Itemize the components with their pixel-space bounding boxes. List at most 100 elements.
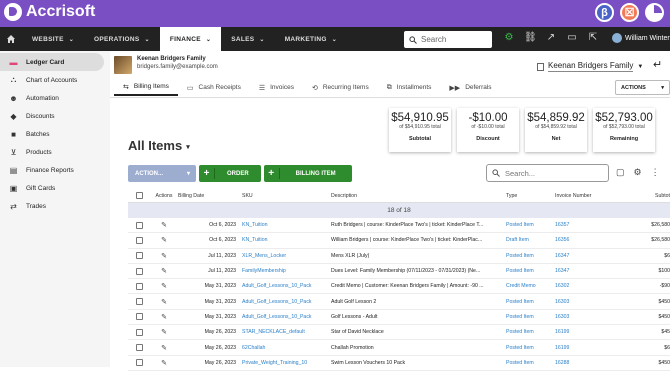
columns-icon[interactable]: ▢: [616, 167, 625, 178]
header-subtotal[interactable]: Subtot: [617, 193, 670, 199]
cell-invoice-number[interactable]: 16199: [555, 329, 617, 335]
sidebar-item-ledger-card[interactable]: ▬ Ledger Card: [0, 53, 104, 71]
cell-type[interactable]: Posted Item: [506, 253, 555, 259]
cell-type[interactable]: Credit Memo: [506, 283, 555, 289]
cell-sku[interactable]: FamilyMembership: [242, 268, 331, 274]
cell-invoice-number[interactable]: 16347: [555, 253, 617, 259]
user-menu[interactable]: William Winter: [612, 33, 670, 43]
alert-avatar[interactable]: ☒: [620, 3, 639, 22]
table-row[interactable]: ✎ May 26, 2023 STAR_NECKLACE_default Star o…: [128, 325, 670, 341]
edit-icon[interactable]: ✎: [161, 268, 167, 275]
header-type[interactable]: Type: [506, 193, 555, 199]
external-link-icon[interactable]: ⇱: [587, 31, 599, 45]
row-checkbox[interactable]: [135, 298, 143, 306]
edit-icon[interactable]: ✎: [161, 283, 167, 290]
nav-website[interactable]: WEBSITE ⌄: [22, 27, 84, 51]
row-checkbox[interactable]: [135, 359, 143, 367]
cell-type[interactable]: Posted Item: [506, 345, 555, 351]
add-order-button[interactable]: + ORDER: [199, 165, 261, 182]
table-row[interactable]: ✎ Oct 6, 2023 KN_Tuition William Bridgers |…: [128, 233, 670, 249]
table-row[interactable]: ✎ May 31, 2023 Adult_Golf_Lessons_10_Pack A…: [128, 294, 670, 310]
row-checkbox[interactable]: [135, 221, 143, 229]
cell-type[interactable]: Posted Item: [506, 299, 555, 305]
tab-invoices[interactable]: ☰ Invoices: [250, 79, 303, 96]
row-checkbox[interactable]: [135, 252, 143, 260]
sidebar-item-batches[interactable]: ■ Batches: [0, 125, 110, 143]
sidebar-item-discounts[interactable]: ◆ Discounts: [0, 107, 110, 125]
pie-icon[interactable]: [645, 3, 664, 22]
nav-sales[interactable]: SALES ⌄: [221, 27, 275, 51]
add-billing-item-button[interactable]: + BILLING ITEM: [263, 165, 352, 182]
row-checkbox[interactable]: [135, 313, 143, 321]
edit-icon[interactable]: ✎: [161, 345, 167, 352]
header-description[interactable]: Description: [331, 193, 506, 199]
nav-marketing[interactable]: MARKETING ⌄: [275, 27, 347, 51]
sidebar-item-chart-of-accounts[interactable]: ⛬ Chart of Accounts: [0, 71, 110, 89]
row-checkbox[interactable]: [135, 282, 143, 290]
cell-invoice-number[interactable]: 16356: [555, 237, 617, 243]
row-checkbox[interactable]: [135, 236, 143, 244]
cell-type[interactable]: Posted Item: [506, 314, 555, 320]
cell-sku[interactable]: KN_Tuition: [242, 237, 331, 243]
cell-sku[interactable]: 62Challah: [242, 345, 331, 351]
cell-type[interactable]: Posted Item: [506, 329, 555, 335]
sidebar-item-automation[interactable]: ☻ Automation: [0, 89, 110, 107]
cell-invoice-number[interactable]: 16302: [555, 283, 617, 289]
app-logo[interactable]: Accrisoft: [4, 3, 95, 21]
tab-deferrals[interactable]: ▶▶ Deferrals: [440, 79, 500, 96]
gear-icon[interactable]: ⚙: [503, 31, 515, 45]
beta-avatar[interactable]: β: [595, 3, 614, 22]
table-row[interactable]: ✎ May 26, 2023 62Challah Challah Promotion P…: [128, 340, 670, 356]
row-checkbox[interactable]: [135, 267, 143, 275]
cell-invoice-number[interactable]: 16303: [555, 299, 617, 305]
home-icon[interactable]: [0, 27, 22, 51]
cell-sku[interactable]: Private_Weight_Training_10: [242, 360, 331, 366]
cell-sku[interactable]: STAR_NECKLACE_default: [242, 329, 331, 335]
sidebar-item-trades[interactable]: ⇄ Trades: [0, 197, 110, 215]
chart-line-icon[interactable]: ↗: [545, 31, 557, 45]
keyboard-icon[interactable]: ▭: [566, 31, 578, 45]
cell-invoice-number[interactable]: 16357: [555, 222, 617, 228]
table-row[interactable]: ✎ May 26, 2023 Private_Weight_Training_10 S…: [128, 356, 670, 371]
header-invoice-number[interactable]: Invoice Number: [555, 193, 617, 199]
nav-operations[interactable]: OPERATIONS ⌄: [84, 27, 160, 51]
list-search-input[interactable]: Search...: [486, 164, 609, 182]
table-row[interactable]: ✎ Jul 11, 2023 FamilyMembership Dues Level:…: [128, 264, 670, 280]
more-icon[interactable]: ⋮: [651, 167, 660, 178]
tab-billing-items[interactable]: ⇆ Billing Items: [114, 79, 178, 96]
cell-sku[interactable]: Adult_Golf_Lessons_10_Pack: [242, 314, 331, 320]
cell-invoice-number[interactable]: 16199: [555, 345, 617, 351]
cell-sku[interactable]: Adult_Golf_Lessons_10_Pack: [242, 283, 331, 289]
cell-invoice-number[interactable]: 16303: [555, 314, 617, 320]
edit-icon[interactable]: ✎: [161, 299, 167, 306]
nav-finance[interactable]: FINANCE ⌄: [159, 27, 222, 51]
cell-type[interactable]: Posted Item: [506, 222, 555, 228]
link-icon[interactable]: ⛓: [524, 31, 537, 45]
tab-cash-receipts[interactable]: ▭ Cash Receipts: [178, 79, 250, 96]
cell-type[interactable]: Draft Item: [506, 237, 555, 243]
table-row[interactable]: ✎ Oct 6, 2023 KN_Tuition Ruth Bridgers | co…: [128, 218, 670, 234]
table-row[interactable]: ✎ May 31, 2023 Adult_Golf_Lessons_10_Pack C…: [128, 279, 670, 295]
family-select[interactable]: Keenan Bridgers Family ▼: [537, 61, 643, 72]
edit-icon[interactable]: ✎: [161, 237, 167, 244]
edit-icon[interactable]: ✎: [161, 314, 167, 321]
edit-icon[interactable]: ✎: [161, 253, 167, 260]
edit-icon[interactable]: ✎: [161, 360, 167, 367]
sidebar-item-gift-cards[interactable]: ▣ Gift Cards: [0, 179, 110, 197]
select-all-checkbox[interactable]: [135, 192, 143, 199]
header-sku[interactable]: SKU: [242, 193, 331, 199]
list-title[interactable]: All Items ▾: [128, 138, 190, 153]
tab-installments[interactable]: ⧉ Installments: [378, 79, 441, 96]
edit-icon[interactable]: ✎: [161, 329, 167, 336]
settings-icon[interactable]: ⚙: [634, 167, 642, 178]
cell-type[interactable]: Posted Item: [506, 360, 555, 366]
back-arrow-icon[interactable]: ↵: [653, 58, 662, 71]
cell-sku[interactable]: KN_Tuition: [242, 222, 331, 228]
edit-icon[interactable]: ✎: [161, 222, 167, 229]
row-checkbox[interactable]: [135, 344, 143, 352]
table-row[interactable]: ✎ May 31, 2023 Adult_Golf_Lessons_10_Pack G…: [128, 310, 670, 326]
cell-invoice-number[interactable]: 16347: [555, 268, 617, 274]
sidebar-item-finance-reports[interactable]: ▤ Finance Reports: [0, 161, 110, 179]
actions-button[interactable]: ACTIONS ▾: [615, 80, 670, 95]
row-checkbox[interactable]: [135, 328, 143, 336]
